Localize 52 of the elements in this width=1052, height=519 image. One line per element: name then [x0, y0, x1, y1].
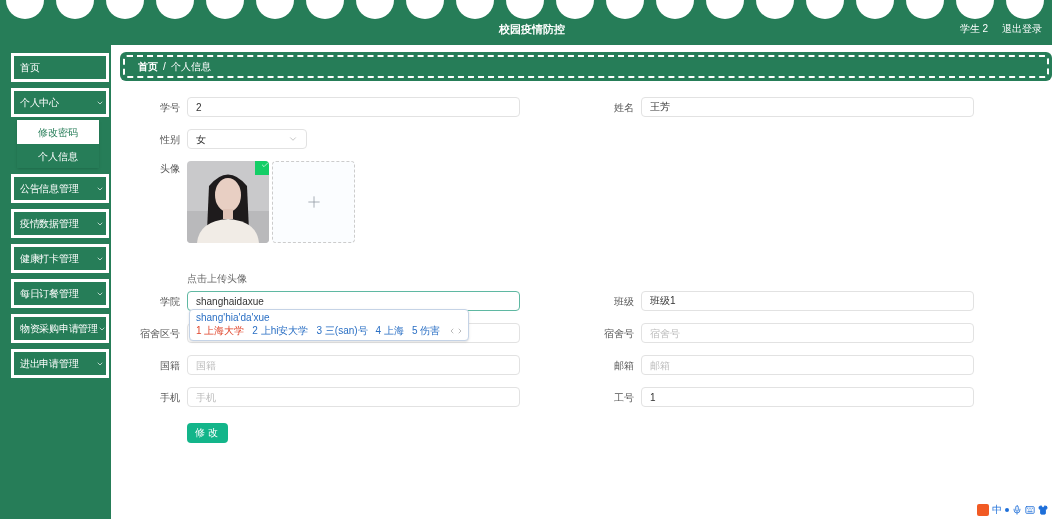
text-field[interactable]: 王芳 [641, 97, 974, 117]
logout-link[interactable]: 退出登录 [1002, 21, 1042, 36]
menu-item[interactable]: 公告信息管理 [11, 174, 109, 203]
menu-item[interactable]: 每日订餐管理 [11, 279, 109, 308]
field-label: 学号 [159, 100, 180, 115]
text-field[interactable]: 手机 [187, 387, 520, 407]
field-label: 宿舍区号 [139, 326, 180, 341]
text-field[interactable]: 宿舍号 [641, 323, 974, 343]
gender-select[interactable]: 女 [187, 129, 307, 149]
text-field[interactable]: 班级1 [641, 291, 974, 311]
user-name: 学生 2 [959, 22, 988, 36]
field-label: 学院 [159, 294, 180, 309]
shirt-icon[interactable] [1038, 504, 1048, 515]
field-label: 头像 [159, 162, 180, 176]
text-field[interactable]: 1 [641, 387, 974, 407]
breadcrumb-link[interactable]: 个人信息 [170, 59, 211, 74]
field-label: 宿舍号 [603, 326, 634, 341]
app-title: 校园疫情防控 [498, 21, 565, 37]
punctuation-icon[interactable] [1005, 507, 1009, 512]
submenu-item[interactable]: 修改密码 [17, 120, 99, 144]
ime-logo-icon[interactable] [977, 503, 989, 516]
field-label: 手机 [159, 390, 180, 405]
submit-button[interactable]: 修改 [187, 422, 228, 443]
field-label: 国籍 [159, 358, 180, 373]
field-label: 邮箱 [613, 358, 634, 373]
keyboard-icon[interactable] [1025, 504, 1035, 515]
field-label: 性别 [159, 132, 180, 147]
breadcrumb-separator: / [163, 60, 166, 74]
menu-item[interactable]: 健康打卡管理 [11, 244, 109, 273]
ime-pinyin: shang'hia'da'xue [196, 312, 271, 324]
menu-item[interactable]: 物资采购申请管理 [11, 314, 109, 343]
field-label: 工号 [613, 390, 634, 405]
ime-candidate[interactable]: 1 上海大学 [196, 324, 245, 338]
field-label: 班级 [613, 294, 634, 309]
text-field[interactable]: 国籍 [187, 355, 520, 375]
menu-item[interactable]: 进出申请管理 [11, 349, 109, 378]
breadcrumb-link[interactable]: 首页 [138, 59, 158, 74]
menu-item[interactable]: 首页 [11, 53, 109, 82]
menu-item[interactable]: 疫情数据管理 [11, 209, 109, 238]
text-field[interactable]: shanghaidaxue [187, 291, 520, 311]
ime-candidate[interactable]: 2 上hi安大学 [252, 324, 309, 338]
chevron-down-icon [288, 134, 298, 144]
menu-item[interactable]: 个人中心 [11, 88, 109, 117]
text-field[interactable]: 2 [187, 97, 520, 117]
field-label: 姓名 [613, 100, 634, 115]
microphone-icon[interactable] [1012, 504, 1022, 515]
upload-hint: 点击上传头像 [187, 273, 247, 284]
ime-candidate[interactable]: 3 三(san)号 [316, 324, 368, 338]
ime-mode[interactable]: 中 [992, 502, 1002, 517]
ime-candidate[interactable]: 5 伤害 [411, 324, 441, 338]
ime-candidate[interactable]: 4 上海 [375, 324, 404, 338]
submenu-item[interactable]: 个人信息 [17, 144, 99, 168]
